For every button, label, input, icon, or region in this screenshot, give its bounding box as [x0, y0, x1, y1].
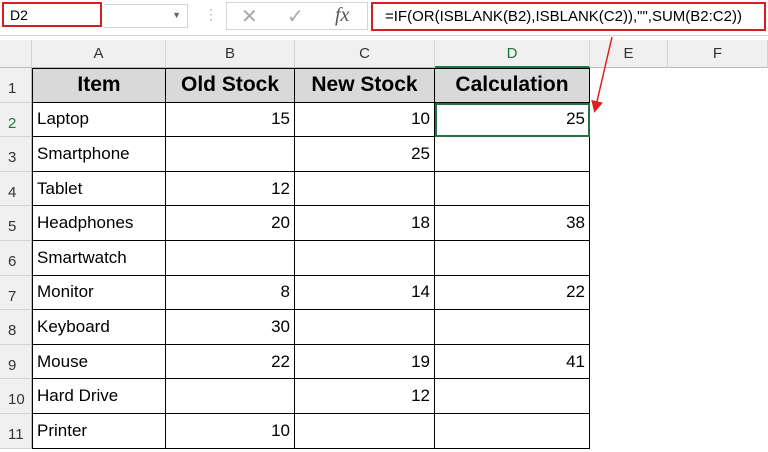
arrow-line: [591, 36, 613, 113]
annotation-arrow: [591, 36, 613, 113]
